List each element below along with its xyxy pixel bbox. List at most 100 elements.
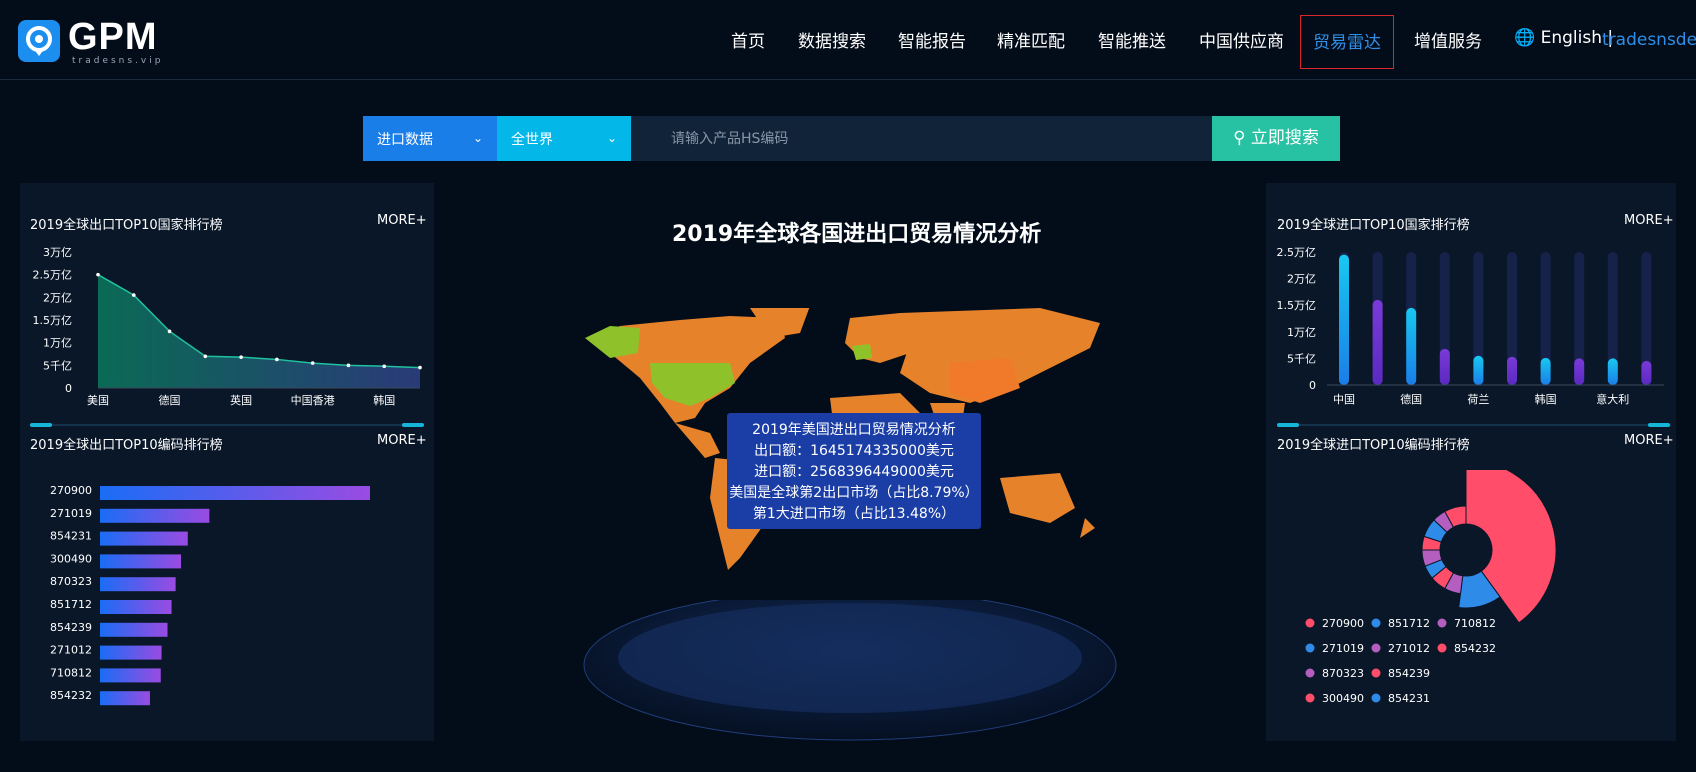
import-country-more-link[interactable]: MORE+ bbox=[1624, 213, 1674, 228]
data-point bbox=[239, 355, 243, 359]
export-country-more-link[interactable]: MORE+ bbox=[377, 213, 427, 228]
top-header: GPM tradesns.vip 首页 数据搜索 智能报告 精准匹配 智能推送 … bbox=[0, 0, 1696, 80]
legend-dot bbox=[1371, 668, 1381, 678]
bar-label: 851712 bbox=[50, 598, 92, 611]
import-country-bar-chart: 2.5万亿 2万亿 1.5万亿 1万亿 5千亿 0 中国 德国 荷兰 韩国 意大利 bbox=[1277, 246, 1664, 406]
import-code-pie-chart: 270900 271019 870323 300490 851712 271012 8542… bbox=[1305, 470, 1557, 705]
data-type-select[interactable]: 进口数据 ⌄ bbox=[363, 116, 497, 161]
language-switch[interactable]: 🌐 English | bbox=[1514, 28, 1613, 48]
legend-dot bbox=[1305, 693, 1315, 703]
bar-label: 270900 bbox=[50, 484, 92, 497]
export-code-bar-chart: 270900 271019 854231 300490 870323 851712 8542… bbox=[50, 484, 370, 706]
bar bbox=[1507, 356, 1517, 385]
tooltip-title: 2019年美国进出口贸易情况分析 bbox=[752, 422, 956, 438]
data-point bbox=[275, 357, 279, 362]
bar bbox=[1641, 361, 1652, 385]
hs-code-input[interactable] bbox=[631, 116, 1211, 161]
nav-china-supplier[interactable]: 中国供应商 bbox=[1187, 15, 1296, 69]
export-country-area-chart: 3万亿 2.5万亿 2万亿 1.5万亿 1万亿 5千亿 0 美国 德国 英国 中国香港 韩国 bbox=[33, 246, 422, 407]
export-code-more-link[interactable]: MORE+ bbox=[377, 433, 427, 448]
nav-trade-radar[interactable]: 贸易雷达 bbox=[1300, 15, 1394, 69]
import-country-title: 2019全球进口TOP10国家排行榜 bbox=[1277, 218, 1470, 233]
y-tick-label: 2.5万亿 bbox=[1277, 246, 1317, 259]
legend-label: 710812 bbox=[1454, 617, 1496, 630]
search-bar: 进口数据 ⌄ 全世界 ⌄ ⚲ 立即搜索 bbox=[363, 116, 1340, 161]
divider-cap-left bbox=[30, 423, 52, 427]
bar bbox=[100, 554, 181, 569]
user-account-link[interactable]: tradesnsde bbox=[1602, 30, 1696, 50]
legend-dot bbox=[1305, 668, 1315, 678]
bar bbox=[100, 600, 172, 614]
map-platform bbox=[583, 600, 1117, 741]
x-tick-label: 中国 bbox=[1333, 393, 1355, 406]
bar bbox=[100, 486, 370, 500]
y-tick-label: 0 bbox=[65, 382, 72, 395]
tooltip-export-rank: 美国是全球第2出口市场（占比8.79%） bbox=[729, 485, 979, 501]
x-tick-label: 美国 bbox=[87, 394, 109, 407]
translate-icon: 🌐 bbox=[1514, 28, 1536, 48]
bar bbox=[100, 622, 168, 637]
region-select[interactable]: 全世界 ⌄ bbox=[497, 116, 631, 161]
x-tick-label: 荷兰 bbox=[1467, 393, 1489, 406]
nav-home[interactable]: 首页 bbox=[719, 15, 777, 69]
divider-cap-right bbox=[1648, 423, 1670, 427]
bar bbox=[1406, 307, 1417, 385]
bar bbox=[100, 508, 210, 523]
bar bbox=[1574, 358, 1585, 385]
map-new-zealand bbox=[1080, 518, 1095, 538]
data-point bbox=[131, 293, 136, 297]
chevron-down-icon: ⌄ bbox=[606, 131, 617, 145]
bar bbox=[100, 531, 188, 546]
data-point bbox=[167, 329, 172, 334]
legend-label: 271012 bbox=[1388, 642, 1430, 655]
y-tick-label: 1万亿 bbox=[1287, 326, 1316, 339]
region-value: 全世界 bbox=[511, 132, 553, 148]
nav-precise-match[interactable]: 精准匹配 bbox=[985, 15, 1077, 69]
bar bbox=[100, 668, 161, 683]
legend-label: 854232 bbox=[1454, 642, 1496, 655]
map-australia bbox=[1000, 473, 1075, 523]
bar-label: 854232 bbox=[50, 689, 92, 702]
nav-value-added[interactable]: 增值服务 bbox=[1402, 15, 1494, 69]
bar bbox=[1439, 348, 1450, 385]
y-tick-label: 2万亿 bbox=[43, 291, 72, 304]
map-central-america bbox=[675, 423, 720, 458]
nav-data-search[interactable]: 数据搜索 bbox=[786, 15, 878, 69]
center-title: 2019年全球各国进出口贸易情况分析 bbox=[672, 222, 1042, 247]
nav-smart-report[interactable]: 智能报告 bbox=[886, 15, 978, 69]
map-tooltip: 2019年美国进出口贸易情况分析 出口额：1645174335000美元 进口额… bbox=[727, 413, 981, 529]
logo[interactable]: GPM tradesns.vip bbox=[18, 16, 168, 66]
export-country-title: 2019全球出口TOP10国家排行榜 bbox=[30, 218, 223, 233]
panel-divider bbox=[30, 424, 424, 426]
bar bbox=[1607, 358, 1618, 385]
bar bbox=[1339, 254, 1349, 385]
legend-dot bbox=[1371, 643, 1381, 653]
logo-subtitle: tradesns.vip bbox=[72, 56, 164, 66]
bar-label: 854239 bbox=[50, 621, 92, 634]
tooltip-export: 出口额：1645174335000美元 bbox=[754, 443, 954, 459]
x-tick-label: 韩国 bbox=[373, 393, 395, 407]
legend-label: 854231 bbox=[1388, 692, 1430, 705]
x-tick-label: 德国 bbox=[159, 393, 181, 407]
data-point bbox=[96, 272, 100, 277]
bar-label: 271012 bbox=[50, 644, 92, 657]
data-point bbox=[418, 365, 422, 370]
bar-label: 870323 bbox=[50, 575, 92, 588]
search-button[interactable]: ⚲ 立即搜索 bbox=[1212, 116, 1340, 161]
map-alaska bbox=[585, 326, 640, 358]
x-tick-label: 英国 bbox=[230, 393, 252, 407]
bar bbox=[1540, 357, 1551, 385]
y-tick-label: 2万亿 bbox=[1287, 273, 1316, 286]
x-tick-label: 韩国 bbox=[1535, 392, 1557, 406]
x-tick-label: 德国 bbox=[1400, 392, 1422, 406]
bar bbox=[100, 691, 150, 706]
export-code-title: 2019全球出口TOP10编码排行榜 bbox=[30, 438, 223, 453]
map-china bbox=[950, 358, 1020, 403]
nav-smart-push[interactable]: 智能推送 bbox=[1086, 15, 1178, 69]
data-point bbox=[203, 354, 208, 359]
bar-label: 300490 bbox=[50, 552, 92, 565]
import-code-more-link[interactable]: MORE+ bbox=[1624, 433, 1674, 448]
tooltip-import: 进口额：2568396449000美元 bbox=[754, 464, 954, 480]
bar bbox=[1372, 299, 1383, 385]
legend-dot bbox=[1305, 618, 1315, 628]
